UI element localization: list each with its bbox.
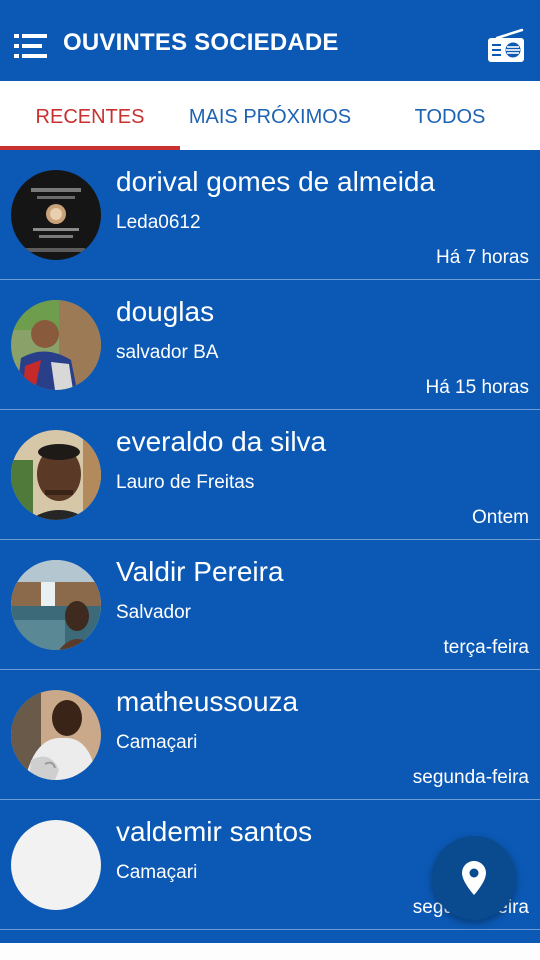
menu-button[interactable] [14,33,48,59]
listener-time: terça-feira [443,637,529,658]
tab-recentes[interactable]: RECENTES [0,81,180,150]
listener-name: douglas [116,296,215,327]
list-item[interactable]: douglas salvador BA Há 15 horas [0,280,540,410]
list-item[interactable]: dorival gomes de almeida Leda0612 Há 7 h… [0,150,540,280]
listener-city: Salvador [116,602,191,623]
avatar [11,820,101,910]
list-item[interactable]: Valdir Pereira Salvador terça-feira [0,540,540,670]
listener-city: Camaçari [116,732,198,753]
avatar [11,690,101,780]
app-bar: OUVINTES SOCIEDADE [0,0,540,81]
list-item[interactable]: everaldo da silva Lauro de Freitas Ontem [0,410,540,540]
tab-mais-proximos[interactable]: MAIS PRÓXIMOS [180,81,360,150]
listener-time: Há 7 horas [436,247,529,268]
listener-city: Camaçari [116,862,198,883]
location-fab-button[interactable] [432,836,516,920]
location-pin-icon [462,861,486,895]
radio-icon [488,28,524,62]
listener-time: Ontem [471,507,529,528]
next-list-item-partial [0,943,540,960]
listener-city: Leda0612 [116,212,201,233]
listener-name: Valdir Pereira [116,556,284,587]
listener-name: valdemir santos [116,816,313,847]
tab-todos[interactable]: TODOS [360,81,540,150]
avatar [11,560,101,650]
listener-name: matheussouza [116,686,299,717]
radio-button[interactable] [486,28,526,64]
listener-city: salvador BA [116,342,219,363]
menu-icon [14,34,47,58]
listener-city: Lauro de Freitas [116,472,255,493]
list-item[interactable]: matheussouza Camaçari segunda-feira [0,670,540,800]
avatar [11,300,101,390]
listener-name: dorival gomes de almeida [116,166,436,197]
avatar [11,170,101,260]
page-title: OUVINTES SOCIEDADE [63,29,339,56]
listener-list: dorival gomes de almeida Leda0612 Há 7 h… [0,150,540,930]
avatar [11,430,101,520]
listener-time: Há 15 horas [425,377,529,398]
listener-time: segunda-feira [412,767,529,788]
tab-bar: RECENTES MAIS PRÓXIMOS TODOS [0,81,540,150]
listener-name: everaldo da silva [116,426,327,457]
